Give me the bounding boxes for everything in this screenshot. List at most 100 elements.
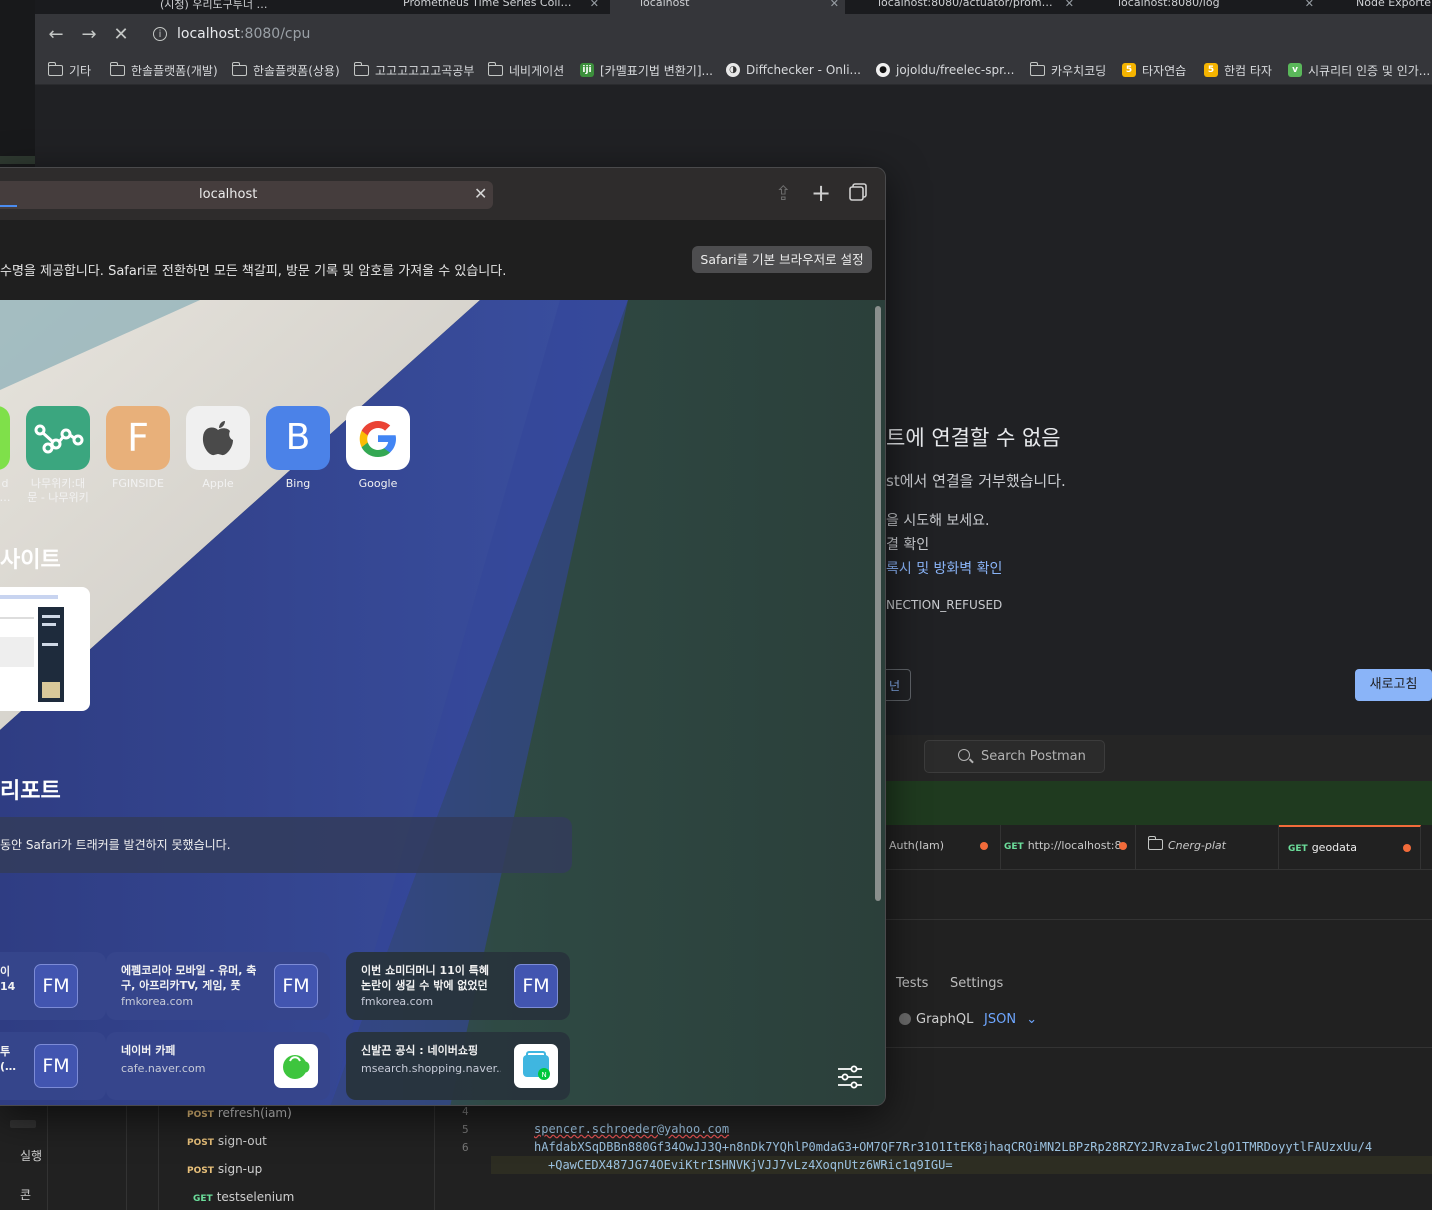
chevron-down-icon: ⌄ (1026, 1012, 1038, 1027)
radio-icon (899, 1013, 911, 1025)
bookmark-folder[interactable]: 카우치코딩 (1029, 61, 1106, 79)
svg-text:N: N (542, 1071, 547, 1079)
bookmark-folder[interactable]: 네비게이션 (487, 61, 564, 79)
privacy-report-heading: 리포트 (0, 779, 61, 804)
code-line[interactable]: spencer.schroeder@yahoo.com (534, 1122, 729, 1136)
reading-card[interactable]: 신발끈 공식 : 네이버쇼핑 msearch.shopping.naver...… (346, 1032, 570, 1100)
fmkorea-icon: FM (514, 964, 558, 1008)
safari-window: localhost ✕ ⇪ + 수명을 제공합니다. Safari로 전환하면 … (0, 167, 886, 1106)
folder-icon (487, 61, 503, 76)
bookmark-folder[interactable]: 기타 (47, 61, 91, 79)
reading-card[interactable]: 투 (… FM (0, 1032, 106, 1100)
close-icon[interactable]: ✕ (1305, 0, 1314, 10)
error-suggestion-intro: 을 시도해 보세요. (886, 513, 990, 529)
diffchecker-icon: ◑ (726, 63, 740, 77)
chrome-tab[interactable]: localhost:8080/actuator/prom… ✕ (850, 0, 1080, 14)
customize-start-page-icon[interactable] (836, 1064, 864, 1090)
tab-overview-icon[interactable] (848, 182, 868, 206)
search-input[interactable]: Search Postman (924, 740, 1105, 773)
stop-loading-icon[interactable]: ✕ (110, 24, 132, 46)
line-number: 4 (462, 1105, 469, 1118)
close-icon[interactable]: ✕ (1065, 0, 1074, 10)
chrome-tab-strip: (시청) 우리도구투너 … Prometheus Time Series Col… (35, 0, 1432, 14)
error-suggestion-connection: 결 확인 (886, 537, 930, 553)
site-icon: 5 (1122, 63, 1136, 77)
code-line[interactable]: hAfdabXSqDBBn880Gf34OwJJ3Q+n8nDk7YQhlP0m… (534, 1140, 1372, 1154)
tree-item[interactable]: POST sign-out (187, 1134, 267, 1148)
bookmark-link[interactable]: ● jojoldu/freelec-spr... (876, 61, 1014, 79)
bookmark-folder[interactable]: 한솔플랫폼(상용) (231, 61, 340, 79)
favorite-fginside[interactable]: F (106, 406, 170, 470)
bookmark-link[interactable]: v 시큐리티 인증 및 인가... (1288, 61, 1430, 79)
collection-tab[interactable]: Cnerg-plat (1136, 825, 1279, 869)
unsaved-dot (1119, 842, 1127, 850)
favorite-apple[interactable] (186, 406, 250, 470)
reading-card[interactable]: 이번 쇼미더머니 11이 특혜 논란이 생길 수 밖에 없었던 이유 -… fm… (346, 952, 570, 1020)
reload-button[interactable]: 새로고침 (1355, 669, 1432, 701)
tab-tests[interactable]: Tests (896, 976, 928, 991)
favorite-namuwiki[interactable] (26, 406, 90, 470)
side-label[interactable]: 콘 (20, 1186, 31, 1203)
request-tab[interactable]: GET http://localhost:8 (1001, 825, 1136, 869)
close-icon[interactable]: ✕ (474, 184, 487, 203)
side-label[interactable]: 실행 (20, 1147, 42, 1164)
share-icon[interactable]: ⇪ (775, 182, 792, 204)
forward-arrow-icon[interactable]: → (78, 24, 100, 46)
chrome-tab[interactable]: (시청) 우리도구투너 … (130, 0, 370, 14)
address-bar[interactable]: i localhost:8080/cpu (145, 20, 1425, 50)
back-arrow-icon[interactable]: ← (45, 24, 67, 46)
close-icon[interactable]: ✕ (590, 0, 599, 10)
line-number: 6 (462, 1141, 469, 1154)
body-type-graphql[interactable]: GraphQL (899, 1012, 973, 1027)
chrome-tab[interactable]: localhost:8080/log ✕ (1090, 0, 1320, 14)
reading-card[interactable]: 에펨코리아 모바일 - 유머, 축구, 아프리카TV, 게임, 풋볼… fmko… (106, 952, 330, 1020)
frequent-site-thumbnail[interactable] (0, 587, 90, 711)
new-tab-plus-icon[interactable]: + (811, 181, 831, 205)
folder-icon (1029, 61, 1045, 76)
error-suggestion-proxy-link[interactable]: 록시 및 방화벽 확인 (886, 558, 1002, 578)
folder-icon (109, 61, 125, 76)
tree-item[interactable]: POST refresh(iam) (187, 1106, 292, 1120)
reading-card[interactable]: 네이버 카페 cafe.naver.com (106, 1032, 330, 1100)
favorite-bing[interactable]: B (266, 406, 330, 470)
format-dropdown[interactable]: JSON ⌄ (984, 1012, 1037, 1027)
favorite-google[interactable] (346, 406, 410, 470)
site-info-icon[interactable]: i (153, 27, 167, 41)
folder-icon (231, 61, 247, 76)
tree-item[interactable]: GET testselenium (193, 1190, 294, 1204)
bookmark-link[interactable]: 5 한컴 타자 (1204, 61, 1272, 79)
bookmark-link[interactable]: iji [카멜표기법 변환기]... (580, 61, 713, 79)
bookmark-link[interactable]: 5 타자연습 (1122, 61, 1186, 79)
bookmark-folder[interactable]: 한솔플랫폼(개발) (109, 61, 218, 79)
request-tab-active[interactable]: GET geodata (1279, 825, 1421, 869)
bookmark-link[interactable]: ◑ Diffchecker - Onli... (726, 61, 861, 79)
chrome-tab-active[interactable]: localhost ✕ (610, 0, 845, 14)
chrome-tab[interactable]: Prometheus Time Series Coll… ✕ (375, 0, 605, 14)
code-line[interactable]: +QawCEDX487JG74OEviKtrISHNVKjVJJ7vLz4Xoq… (548, 1158, 953, 1172)
bookmark-folder[interactable]: 고고고고고고곡공부 (353, 61, 474, 79)
folder-icon (47, 61, 63, 76)
naver-cafe-icon (274, 1044, 318, 1088)
google-icon (359, 421, 396, 457)
chrome-tab[interactable]: Node Exporter Dash… (1330, 0, 1432, 14)
scrollbar[interactable] (875, 306, 881, 901)
fmkorea-icon: FM (34, 1044, 78, 1088)
set-default-browser-button[interactable]: Safari를 기본 브라우저로 설정 (692, 246, 872, 273)
site-icon: 5 (1204, 63, 1218, 77)
error-code: NECTION_REFUSED (886, 598, 1003, 612)
safari-tab[interactable]: localhost ✕ (0, 181, 493, 209)
tree-item[interactable]: POST sign-up (187, 1162, 262, 1176)
unsaved-dot (980, 842, 988, 850)
github-icon: ● (876, 63, 890, 77)
request-tab[interactable]: Auth(Iam) (886, 825, 1001, 869)
tab-settings[interactable]: Settings (950, 976, 1003, 991)
search-icon (958, 749, 970, 761)
folder-icon (353, 61, 369, 76)
apple-icon (202, 421, 233, 456)
privacy-report-card[interactable]: 동안 Safari가 트래커를 발견하지 못했습니다. (0, 817, 572, 873)
close-icon[interactable]: ✕ (830, 0, 839, 10)
address-url: localhost:8080/cpu (177, 26, 311, 42)
error-subtitle: st에서 연결을 거부했습니다. (886, 472, 1066, 490)
favorite-tile[interactable] (0, 406, 10, 470)
reading-card[interactable]: 이 14 FM (0, 952, 106, 1020)
